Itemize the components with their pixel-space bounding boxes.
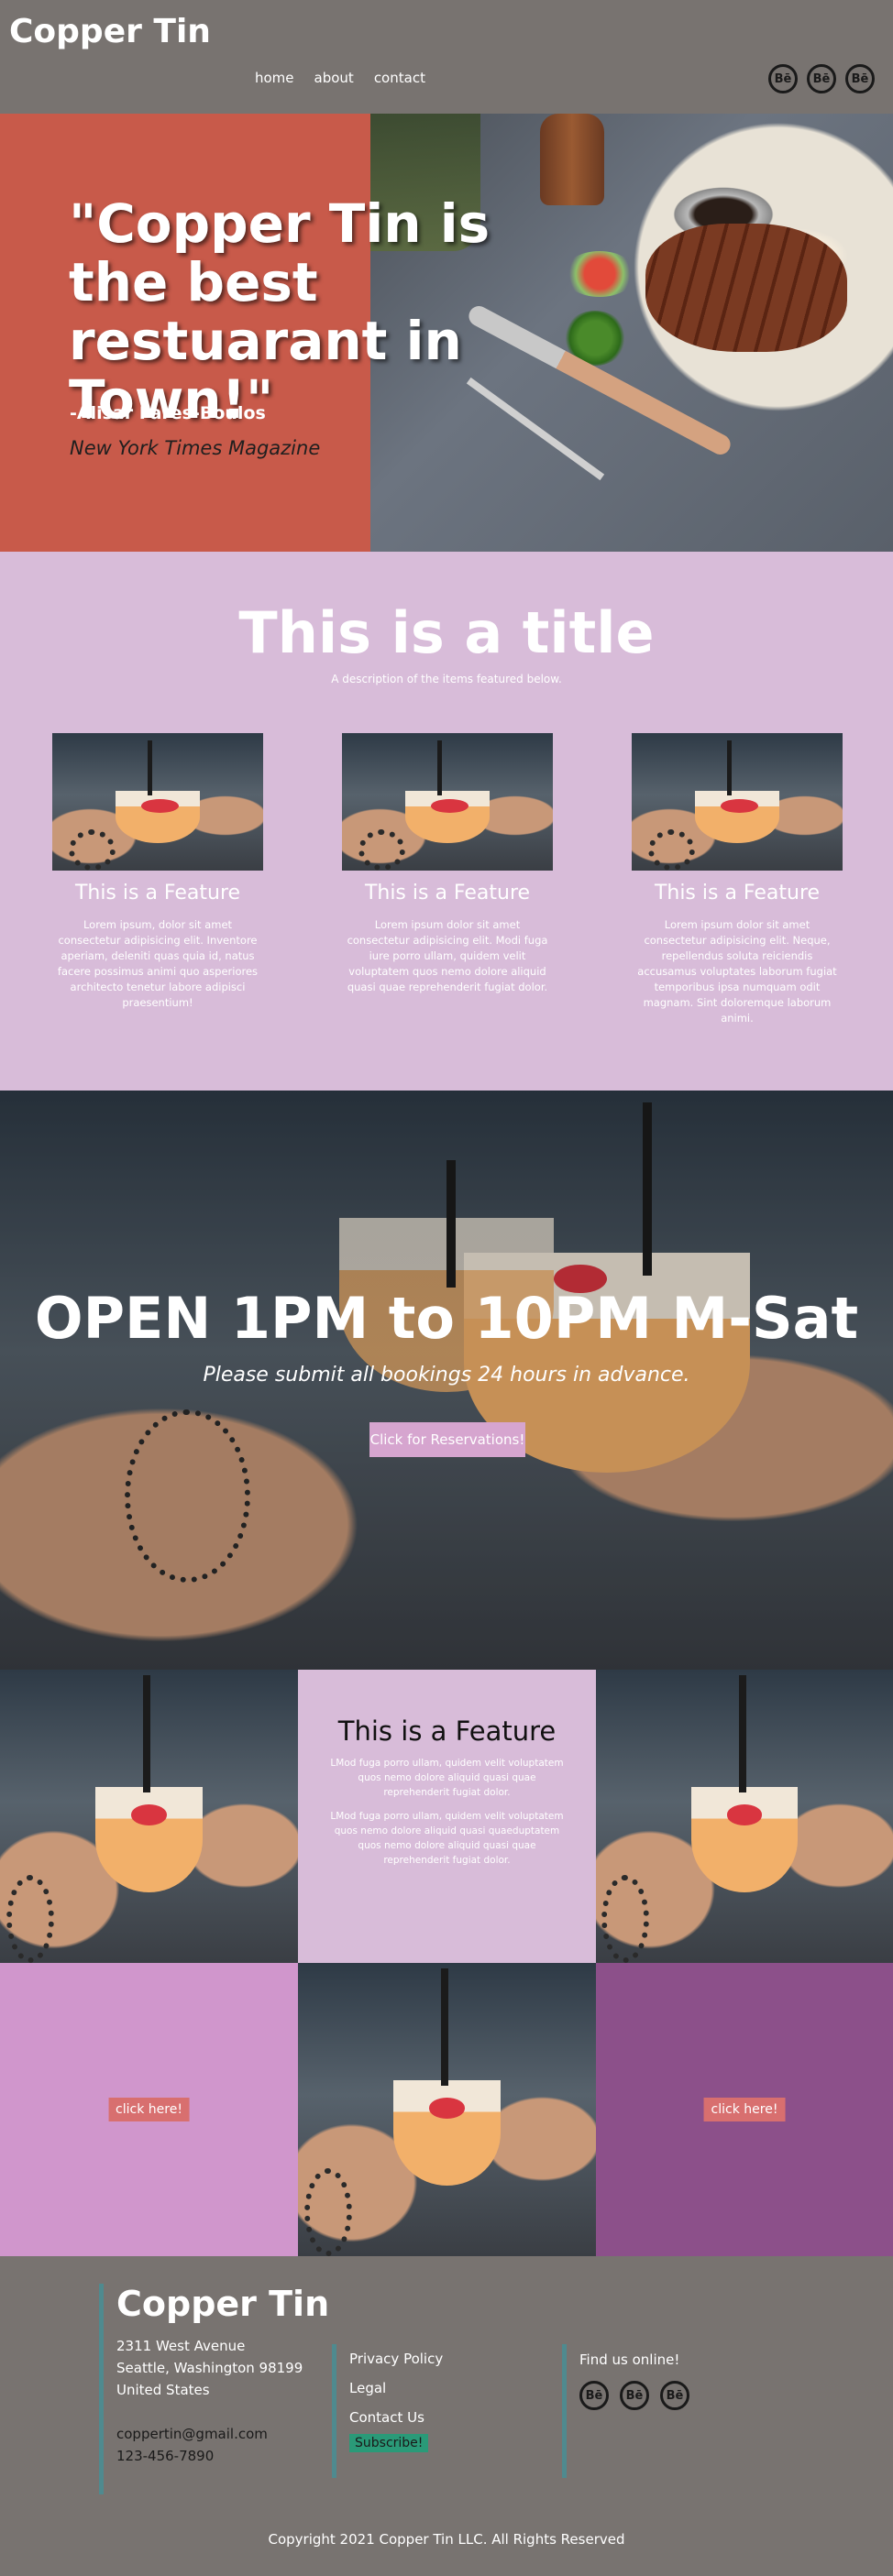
grid-feature-title: This is a Feature	[337, 1716, 557, 1747]
hero-author: -Alisar Fares-Boulos	[70, 403, 266, 423]
reservations-button[interactable]: Click for Reservations!	[369, 1422, 525, 1457]
footer-address: 2311 West Avenue Seattle, Washington 981…	[116, 2335, 329, 2401]
grid-pink-panel: click here!	[0, 1963, 298, 2256]
nav-link-home[interactable]: home	[255, 70, 294, 86]
privacy-policy-link[interactable]: Privacy Policy	[349, 2344, 443, 2373]
find-us-online: Find us online!	[579, 2351, 680, 2368]
feature-card-title: This is a Feature	[654, 882, 821, 904]
grid-purple-panel: click here!	[596, 1963, 893, 2256]
footer-social-column: Find us online! Bē Bē Bē	[562, 2344, 689, 2478]
feature-card: This is a Feature Lorem ipsum dolor sit …	[342, 733, 553, 995]
feature-card-text: Lorem ipsum dolor sit amet consectetur a…	[637, 918, 837, 1025]
grid-photo	[0, 1670, 298, 1963]
opening-hours-title: OPEN 1PM to 10PM M-Sat	[34, 1285, 859, 1352]
feature-card: This is a Feature Lorem ipsum dolor sit …	[632, 733, 843, 1026]
click-here-button[interactable]: click here!	[703, 2098, 786, 2121]
feature-card-title: This is a Feature	[364, 882, 531, 904]
nav-link-contact[interactable]: contact	[374, 70, 425, 86]
brand-logo[interactable]: Copper Tin	[9, 13, 211, 50]
nav-social-links: Bē Bē Bē	[768, 64, 875, 93]
nav-links: home about contact	[255, 70, 425, 86]
copyright: Copyright 2021 Copper Tin LLC. All Right…	[268, 2531, 625, 2548]
contact-us-link[interactable]: Contact Us	[349, 2403, 443, 2432]
footer-contact: coppertin@gmail.com 123-456-7890	[116, 2423, 329, 2467]
legal-link[interactable]: Legal	[349, 2373, 443, 2403]
feature-card-text: Lorem ipsum dolor sit amet consectetur a…	[347, 918, 548, 993]
behance-icon[interactable]: Bē	[845, 64, 875, 93]
email-link[interactable]: coppertin@gmail.com	[116, 2423, 329, 2445]
section-title: This is a title	[238, 599, 655, 666]
behance-icon[interactable]: Bē	[807, 64, 836, 93]
grid-feature-text: LMod fuga porro ullam, quidem velit volu…	[330, 1758, 564, 1798]
phone-number: 123-456-7890	[116, 2448, 215, 2464]
hero-source: New York Times Magazine	[70, 437, 321, 459]
cocktail-photo	[342, 733, 553, 871]
footer-social-links: Bē Bē Bē	[579, 2381, 689, 2410]
features-section: This is a title A description of the ite…	[0, 552, 893, 1091]
pepper-mill	[540, 114, 604, 205]
click-here-button[interactable]: click here!	[108, 2098, 190, 2121]
footer-contact-column: Copper Tin 2311 West Avenue Seattle, Was…	[99, 2284, 329, 2494]
grid-photo	[596, 1670, 893, 1963]
booking-notice: Please submit all bookings 24 hours in a…	[203, 1364, 690, 1387]
footer: Copper Tin 2311 West Avenue Seattle, Was…	[0, 2256, 893, 2576]
feature-card-text: Lorem ipsum, dolor sit amet consectetur …	[57, 918, 259, 1009]
address-line: 2311 West Avenue	[116, 2338, 246, 2354]
behance-icon[interactable]: Bē	[579, 2381, 609, 2410]
hero-quote: "Copper Tin is the best restuarant in To…	[69, 192, 491, 431]
behance-icon[interactable]: Bē	[620, 2381, 649, 2410]
steak	[645, 224, 847, 352]
address-line: United States	[116, 2382, 210, 2398]
section-description: A description of the items featured belo…	[331, 673, 562, 685]
footer-links-column: Privacy Policy Legal Contact Us Subscrib…	[332, 2344, 443, 2478]
grid-feature: This is a Feature LMod fuga porro ullam,…	[298, 1670, 596, 1963]
hours-banner: OPEN 1PM to 10PM M-Sat Please submit all…	[0, 1091, 893, 1670]
footer-brand: Copper Tin	[116, 2284, 330, 2324]
grid-photo	[298, 1963, 596, 2256]
behance-icon[interactable]: Bē	[660, 2381, 689, 2410]
cocktail-photo	[632, 733, 843, 871]
top-nav: Copper Tin home about contact Bē Bē Bē	[0, 0, 893, 114]
grid-feature-text: LMod fuga porro ullam, quidem velit volu…	[330, 1811, 564, 1866]
feature-card: This is a Feature Lorem ipsum, dolor sit…	[52, 733, 263, 1011]
address-line: Seattle, Washington 98199	[116, 2360, 303, 2376]
cocktail-photo	[52, 733, 263, 871]
nav-link-about[interactable]: about	[314, 70, 354, 86]
subscribe-button[interactable]: Subscribe!	[349, 2434, 429, 2452]
behance-icon[interactable]: Bē	[768, 64, 798, 93]
feature-card-title: This is a Feature	[74, 882, 241, 904]
